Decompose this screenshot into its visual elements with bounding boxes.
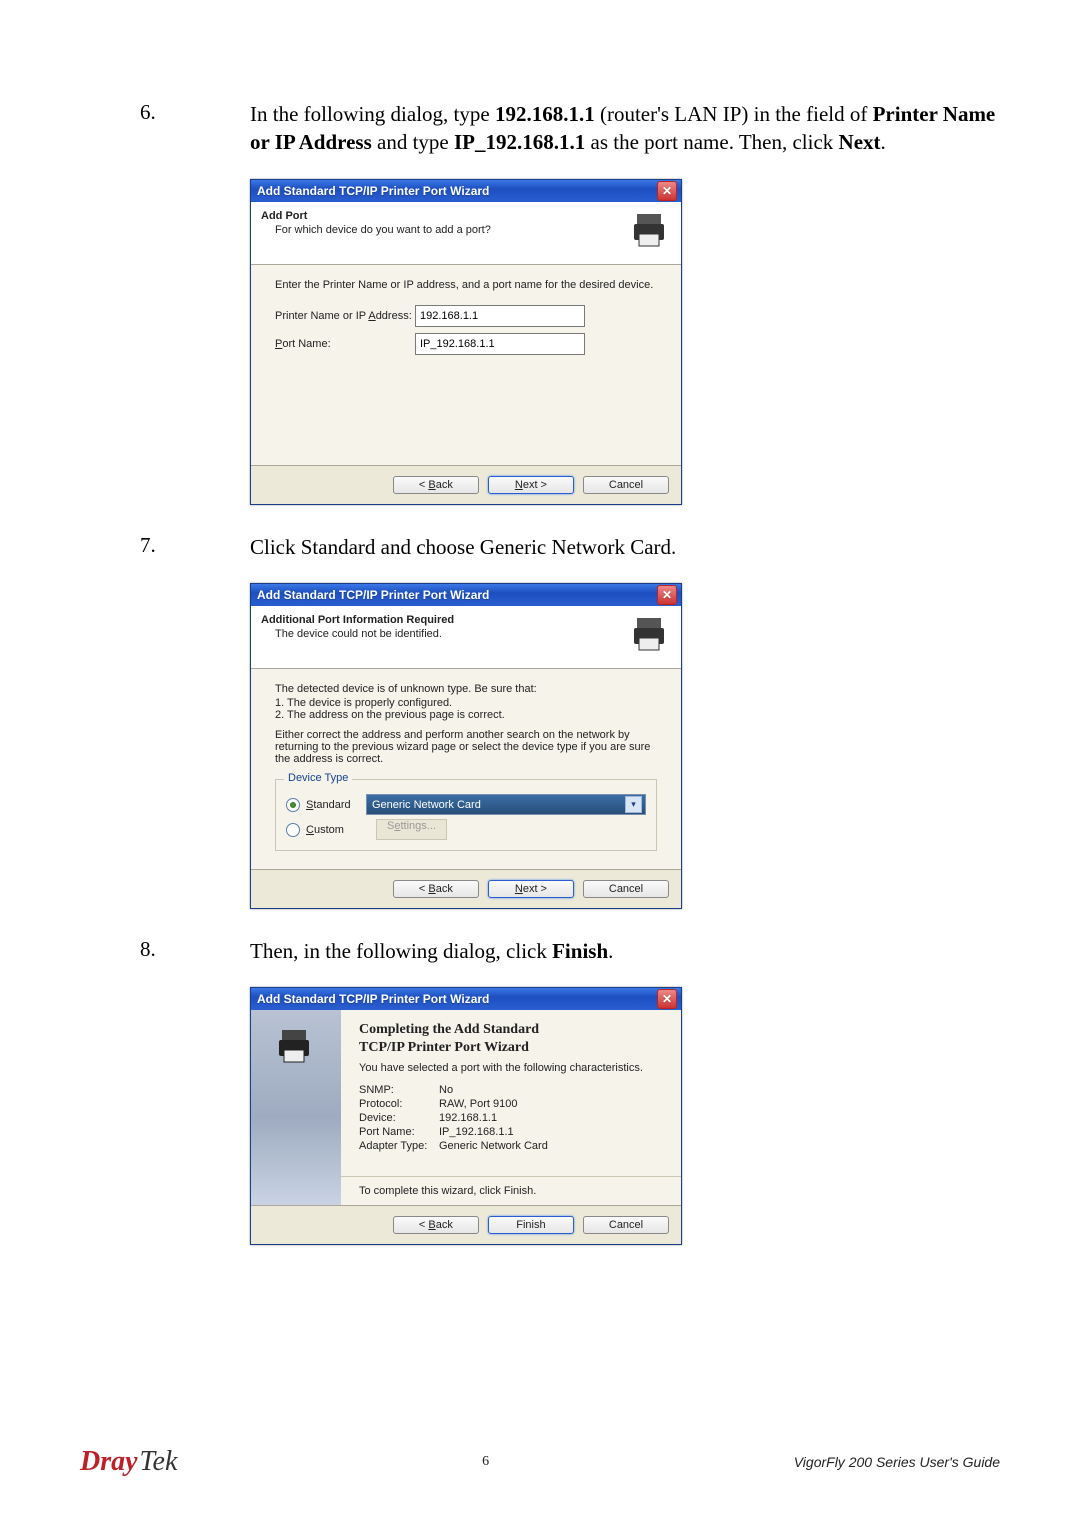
step6-t5: . — [881, 130, 886, 154]
dialog2-header-sub: The device could not be identified. — [275, 628, 454, 640]
completing-intro: You have selected a port with the follow… — [359, 1062, 665, 1074]
dialog1-button-row: < Back Next > Cancel — [251, 465, 681, 504]
kv-snmp: SNMP:No — [359, 1084, 665, 1096]
dialog3-button-row: < Back Finish Cancel — [251, 1205, 681, 1244]
step-8-number: 8. — [80, 937, 250, 965]
dialog2-title: Add Standard TCP/IP Printer Port Wizard — [257, 588, 489, 602]
dialog1-title: Add Standard TCP/IP Printer Port Wizard — [257, 184, 489, 198]
dialog3-sidebar — [251, 1010, 341, 1205]
back-button[interactable]: < Back — [393, 1216, 479, 1234]
printer-icon — [631, 210, 671, 250]
add-port-dialog: Add Standard TCP/IP Printer Port Wizard … — [250, 179, 682, 505]
step6-b3: Next — [839, 130, 881, 154]
close-icon[interactable]: ✕ — [657, 989, 677, 1009]
next-button[interactable]: Next > — [488, 880, 574, 898]
cancel-button[interactable]: Cancel — [583, 476, 669, 494]
step6-t4: as the port name. Then, click — [585, 130, 838, 154]
device-type-combo[interactable]: Generic Network Card ▾ — [366, 794, 646, 815]
step-7-text: Click Standard and choose Generic Networ… — [250, 533, 676, 561]
radio-standard[interactable] — [286, 798, 300, 812]
step6-t1: In the following dialog, type — [250, 102, 495, 126]
back-button[interactable]: < Back — [393, 476, 479, 494]
dialog2-titlebar[interactable]: Add Standard TCP/IP Printer Port Wizard … — [251, 584, 681, 606]
step6-b2: IP_192.168.1.1 — [454, 130, 585, 154]
settings-button: Settings... — [376, 819, 447, 840]
dialog3-title: Add Standard TCP/IP Printer Port Wizard — [257, 992, 489, 1006]
d2-para1a: 1. The device is properly configured. — [275, 697, 657, 709]
page-number: 6 — [482, 1454, 489, 1470]
dialog3-body: Completing the Add Standard TCP/IP Print… — [251, 1010, 681, 1205]
dialog2-button-row: < Back Next > Cancel — [251, 869, 681, 908]
d2-para1b: 2. The address on the previous page is c… — [275, 709, 657, 721]
draytek-logo: DrayTek — [80, 1446, 177, 1478]
step8-t1: Then, in the following dialog, click — [250, 939, 552, 963]
dialog1-subheader: Add Port For which device do you want to… — [251, 202, 681, 265]
guide-title: VigorFly 200 Series User's Guide — [794, 1454, 1000, 1470]
radio-custom[interactable] — [286, 823, 300, 837]
combo-value: Generic Network Card — [372, 799, 481, 811]
completing-heading-1: Completing the Add Standard — [359, 1022, 665, 1038]
d2-para2: Either correct the address and perform a… — [275, 729, 657, 765]
dialog2-subheader: Additional Port Information Required The… — [251, 606, 681, 669]
completing-heading-2: TCP/IP Printer Port Wizard — [359, 1040, 665, 1056]
to-complete-text: To complete this wizard, click Finish. — [341, 1176, 681, 1197]
step8-b1: Finish — [552, 939, 608, 963]
kv-device: Device:192.168.1.1 — [359, 1112, 665, 1124]
dialog3-titlebar[interactable]: Add Standard TCP/IP Printer Port Wizard … — [251, 988, 681, 1010]
device-type-label: Device Type — [284, 772, 352, 784]
radio-standard-label: Standard — [306, 799, 366, 811]
printer-icon — [631, 614, 671, 654]
page-footer: DrayTek 6 VigorFly 200 Series User's Gui… — [0, 1446, 1080, 1478]
printer-icon — [276, 1026, 316, 1066]
step6-t3: and type — [372, 130, 454, 154]
close-icon[interactable]: ✕ — [657, 181, 677, 201]
step-6-number: 6. — [80, 100, 250, 157]
back-button[interactable]: < Back — [393, 880, 479, 898]
radio-custom-label: Custom — [306, 824, 366, 836]
dialog1-titlebar[interactable]: Add Standard TCP/IP Printer Port Wizard … — [251, 180, 681, 202]
step-7: 7. Click Standard and choose Generic Net… — [80, 533, 1000, 561]
completing-wizard-dialog: Add Standard TCP/IP Printer Port Wizard … — [250, 987, 682, 1245]
dialog1-body: Enter the Printer Name or IP address, an… — [251, 265, 681, 465]
kv-protocol: Protocol:RAW, Port 9100 — [359, 1098, 665, 1110]
kv-adapter: Adapter Type:Generic Network Card — [359, 1140, 665, 1152]
logo-tek: Tek — [140, 1446, 178, 1477]
dialog2-header-title: Additional Port Information Required — [261, 614, 454, 626]
step6-t2: (router's LAN IP) in the field of — [595, 102, 873, 126]
dialog1-instr: Enter the Printer Name or IP address, an… — [275, 279, 657, 291]
logo-dray: Dray — [80, 1446, 138, 1477]
step-6-text: In the following dialog, type 192.168.1.… — [250, 100, 1000, 157]
finish-button[interactable]: Finish — [488, 1216, 574, 1234]
step8-t2: . — [608, 939, 613, 963]
chevron-down-icon[interactable]: ▾ — [625, 796, 642, 813]
step-6: 6. In the following dialog, type 192.168… — [80, 100, 1000, 157]
next-button[interactable]: Next > — [488, 476, 574, 494]
input-port-name[interactable] — [415, 333, 585, 355]
device-type-group: Device Type Standard Generic Network Car… — [275, 779, 657, 851]
label-port-name: Port Name: — [275, 338, 415, 350]
additional-port-info-dialog: Add Standard TCP/IP Printer Port Wizard … — [250, 583, 682, 909]
step6-ip: 192.168.1.1 — [495, 102, 595, 126]
label-printer-name: Printer Name or IP Address: — [275, 310, 415, 322]
kv-portname: Port Name:IP_192.168.1.1 — [359, 1126, 665, 1138]
cancel-button[interactable]: Cancel — [583, 1216, 669, 1234]
dialog1-header-sub: For which device do you want to add a po… — [275, 224, 491, 236]
cancel-button[interactable]: Cancel — [583, 880, 669, 898]
d2-para1: The detected device is of unknown type. … — [275, 683, 657, 695]
step-7-number: 7. — [80, 533, 250, 561]
close-icon[interactable]: ✕ — [657, 585, 677, 605]
dialog2-body: The detected device is of unknown type. … — [251, 669, 681, 869]
input-printer-name[interactable] — [415, 305, 585, 327]
dialog1-header-title: Add Port — [261, 210, 491, 222]
step-8-text: Then, in the following dialog, click Fin… — [250, 937, 613, 965]
step-8: 8. Then, in the following dialog, click … — [80, 937, 1000, 965]
